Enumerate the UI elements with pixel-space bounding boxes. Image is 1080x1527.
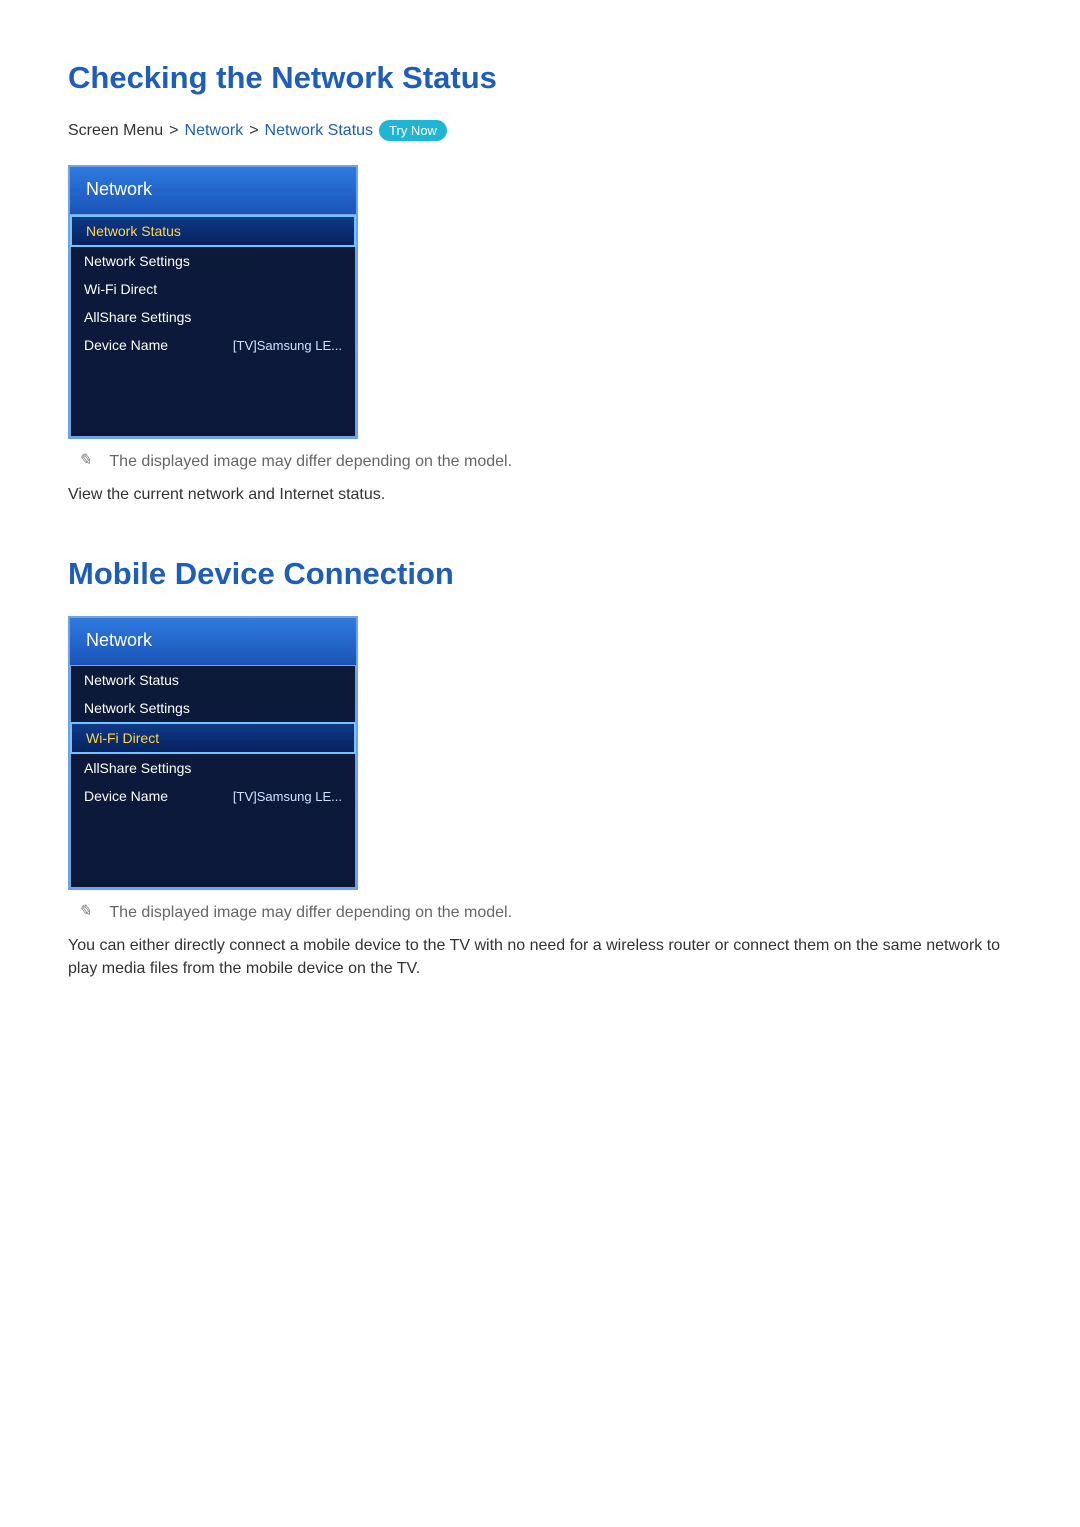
menu-item-label: Network Status <box>86 223 181 239</box>
menu-body: Network Status Network Settings Wi-Fi Di… <box>70 666 356 888</box>
menu-item-network-settings[interactable]: Network Settings <box>70 694 356 722</box>
menu-item-label: Network Settings <box>84 253 190 269</box>
breadcrumb: Screen Menu > Network > Network Status T… <box>68 120 1020 141</box>
menu-item-label: Wi-Fi Direct <box>84 281 157 297</box>
menu-body: Network Status Network Settings Wi-Fi Di… <box>70 215 356 437</box>
note: ✎ The displayed image may differ dependi… <box>68 453 1020 471</box>
menu-item-wifi-direct[interactable]: Wi-Fi Direct <box>70 722 356 754</box>
menu-item-network-status[interactable]: Network Status <box>70 215 356 247</box>
menu-item-device-name[interactable]: Device Name [TV]Samsung LE... <box>70 331 356 359</box>
menu-title: Network <box>70 618 356 666</box>
chevron-right-icon: > <box>249 122 258 140</box>
heading: Checking the Network Status <box>68 60 1020 96</box>
menu-item-allshare-settings[interactable]: AllShare Settings <box>70 754 356 782</box>
menu-item-wifi-direct[interactable]: Wi-Fi Direct <box>70 275 356 303</box>
section-network-status: Checking the Network Status Screen Menu … <box>68 60 1020 506</box>
menu-item-label: Device Name <box>84 788 168 804</box>
description: You can either directly connect a mobile… <box>68 934 1020 980</box>
menu-item-network-status[interactable]: Network Status <box>70 666 356 694</box>
note-text: The displayed image may differ depending… <box>109 904 512 922</box>
menu-item-label: Network Settings <box>84 700 190 716</box>
menu-item-allshare-settings[interactable]: AllShare Settings <box>70 303 356 331</box>
menu-item-label: Wi-Fi Direct <box>86 730 159 746</box>
menu-item-label: Network Status <box>84 672 179 688</box>
pencil-icon: ✎ <box>78 904 91 920</box>
menu-panel: Network Network Status Network Settings … <box>68 165 358 439</box>
section-mobile-device-connection: Mobile Device Connection Network Network… <box>68 556 1020 980</box>
menu-panel: Network Network Status Network Settings … <box>68 616 358 890</box>
menu-item-label: Device Name <box>84 337 168 353</box>
menu-item-label: AllShare Settings <box>84 760 191 776</box>
try-now-badge[interactable]: Try Now <box>379 120 447 141</box>
note: ✎ The displayed image may differ dependi… <box>68 904 1020 922</box>
note-text: The displayed image may differ depending… <box>109 453 512 471</box>
chevron-right-icon: > <box>169 122 178 140</box>
heading: Mobile Device Connection <box>68 556 1020 592</box>
breadcrumb-link-network[interactable]: Network <box>185 122 244 140</box>
menu-title: Network <box>70 167 356 215</box>
menu-item-device-name[interactable]: Device Name [TV]Samsung LE... <box>70 782 356 810</box>
pencil-icon: ✎ <box>78 453 91 469</box>
menu-item-network-settings[interactable]: Network Settings <box>70 247 356 275</box>
menu-item-value: [TV]Samsung LE... <box>233 789 342 804</box>
menu-item-label: AllShare Settings <box>84 309 191 325</box>
breadcrumb-link-network-status[interactable]: Network Status <box>265 122 373 140</box>
description: View the current network and Internet st… <box>68 483 1020 506</box>
breadcrumb-prefix: Screen Menu <box>68 122 163 140</box>
menu-item-value: [TV]Samsung LE... <box>233 338 342 353</box>
